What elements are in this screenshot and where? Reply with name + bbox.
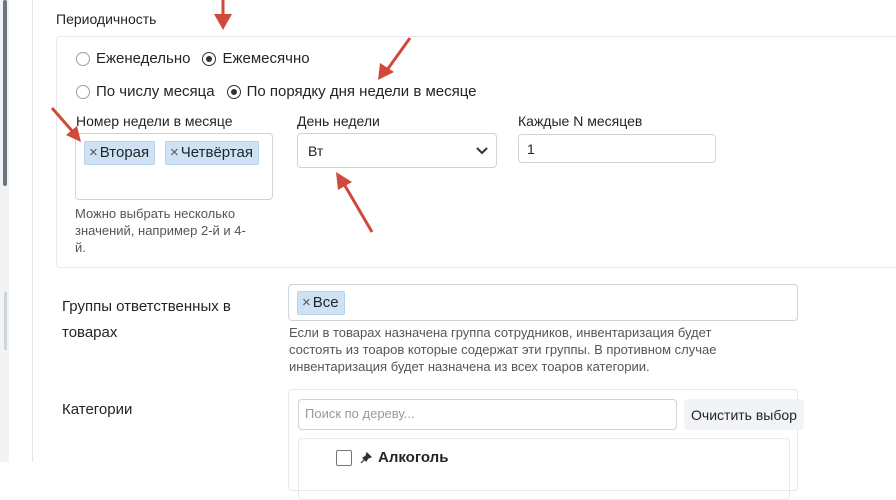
groups-chip-all-label: Все	[312, 294, 339, 311]
chevron-down-icon	[476, 147, 488, 155]
radio-by-weekday-order-label: По порядку дня недели в месяце	[246, 83, 477, 100]
every-n-months-input[interactable]: 1	[518, 134, 716, 163]
clear-selection-button[interactable]: Очистить выбор	[684, 399, 804, 430]
every-n-months-value: 1	[527, 141, 535, 157]
help-line: й.	[75, 240, 86, 255]
weekday-label: День недели	[297, 113, 380, 129]
chip-remove-icon[interactable]: ×	[89, 144, 98, 161]
tree-item[interactable]: Алкоголь	[336, 449, 448, 466]
radio-by-weekday-order-circle[interactable]	[226, 84, 241, 99]
radio-by-day-of-month[interactable]: По числу месяца	[76, 83, 215, 100]
scrollbar-marker	[4, 292, 7, 350]
radio-monthly-circle[interactable]	[202, 51, 217, 66]
week-chip-second[interactable]: × Вторая	[84, 141, 156, 165]
help-line: Можно выбрать несколько	[75, 206, 236, 221]
radio-by-day-of-month-circle[interactable]	[76, 84, 90, 99]
week-chip-fourth[interactable]: × Четвёртая	[165, 141, 259, 165]
radio-weekly-label: Еженедельно	[96, 50, 191, 67]
mode-radio-group: По числу месяца По порядку дня недели в …	[76, 83, 489, 100]
page-scrollbar[interactable]	[0, 0, 9, 462]
help-line: инвентаризация будет назначена из всех т…	[289, 359, 650, 374]
periodicity-title: Периодичность	[56, 11, 157, 27]
weekday-select[interactable]: Вт	[297, 133, 497, 168]
week-number-label: Номер недели в месяце	[76, 113, 233, 129]
groups-label: Группы ответственных в товарах	[62, 294, 231, 346]
annotation-arrow	[214, 0, 232, 30]
category-tree	[298, 438, 790, 500]
radio-monthly-label: Ежемесячно	[222, 50, 310, 67]
week-chip-fourth-label: Четвёртая	[180, 144, 253, 161]
groups-chip-all[interactable]: × Все	[297, 291, 345, 315]
groups-help: Если в товарах назначена группа сотрудни…	[289, 324, 717, 375]
week-number-multiselect[interactable]: × Вторая × Четвёртая	[75, 133, 273, 200]
tree-search-input[interactable]: Поиск по дереву...	[298, 399, 677, 430]
radio-weekly[interactable]: Еженедельно	[76, 50, 190, 67]
tree-item-checkbox[interactable]	[336, 449, 352, 466]
chip-remove-icon[interactable]: ×	[170, 144, 179, 161]
groups-label-line: Группы ответственных в	[62, 298, 231, 315]
weekday-value: Вт	[308, 143, 324, 159]
radio-by-day-of-month-label: По числу месяца	[96, 83, 215, 100]
help-line: состоять из тоаров которые содержат эти …	[289, 342, 717, 357]
radio-monthly[interactable]: Ежемесячно	[202, 50, 310, 67]
help-line: Если в товарах назначена группа сотрудни…	[289, 325, 712, 340]
tree-search-placeholder: Поиск по дереву...	[305, 406, 415, 421]
tree-item-label: Алкоголь	[378, 449, 449, 466]
scrollbar-thumb[interactable]	[3, 0, 7, 186]
every-n-months-label: Каждые N месяцев	[518, 113, 643, 129]
radio-by-weekday-order[interactable]: По порядку дня недели в месяце	[226, 83, 477, 100]
chip-remove-icon[interactable]: ×	[302, 294, 311, 311]
help-line: значений, например 2-й и 4-	[75, 223, 246, 238]
content-border	[32, 0, 33, 462]
week-chip-second-label: Вторая	[99, 144, 150, 161]
frequency-radio-group: Еженедельно Ежемесячно	[76, 50, 322, 67]
groups-label-line: товарах	[62, 324, 118, 341]
week-number-help: Можно выбрать несколько значений, наприм…	[75, 205, 246, 256]
categories-label: Категории	[62, 401, 133, 418]
groups-multiselect[interactable]: × Все	[288, 284, 798, 321]
radio-weekly-circle[interactable]	[76, 51, 90, 66]
